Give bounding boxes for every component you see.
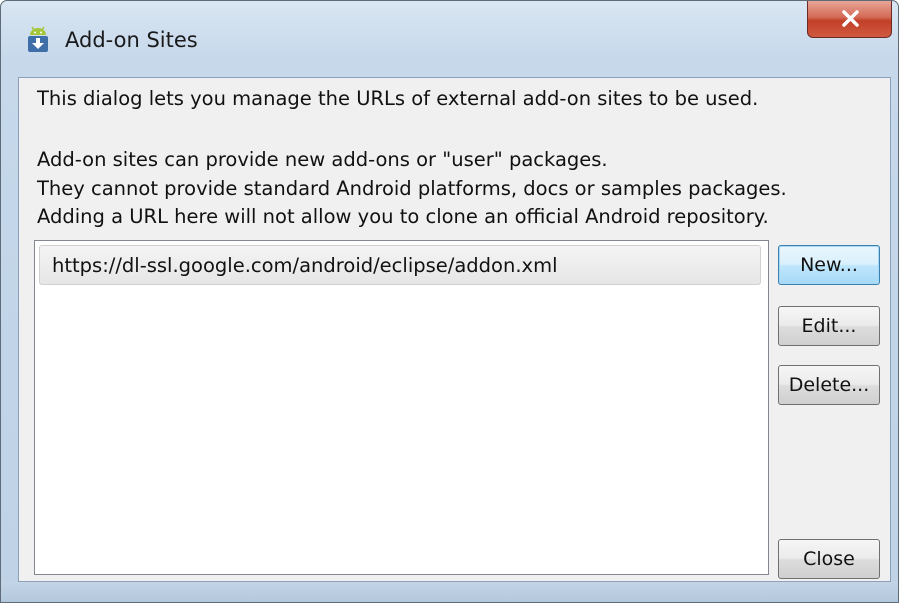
site-url: https://dl-ssl.google.com/android/eclips… [52,254,558,277]
description-line-2: They cannot provide standard Android pla… [37,177,787,200]
close-x-icon [842,10,859,27]
new-button[interactable]: New... [778,245,880,285]
close-button[interactable]: Close [778,539,880,579]
delete-button[interactable]: Delete... [778,365,880,405]
window-close-button[interactable] [807,1,892,38]
list-item[interactable]: https://dl-ssl.google.com/android/eclips… [39,245,761,285]
window-title: Add-on Sites [65,28,198,52]
description-line-1: Add-on sites can provide new add-ons or … [37,148,608,171]
sites-list[interactable]: https://dl-ssl.google.com/android/eclips… [34,240,769,575]
title-bar[interactable]: Add-on Sites [1,1,898,77]
intro-text: This dialog lets you manage the URLs of … [37,87,759,110]
add-on-sites-dialog: Add-on Sites This dialog lets you manage… [0,0,899,603]
edit-button[interactable]: Edit... [778,306,880,346]
android-download-icon [28,26,48,52]
window-bottom-frame [1,582,898,602]
description-line-3: Adding a URL here will not allow you to … [37,205,769,228]
